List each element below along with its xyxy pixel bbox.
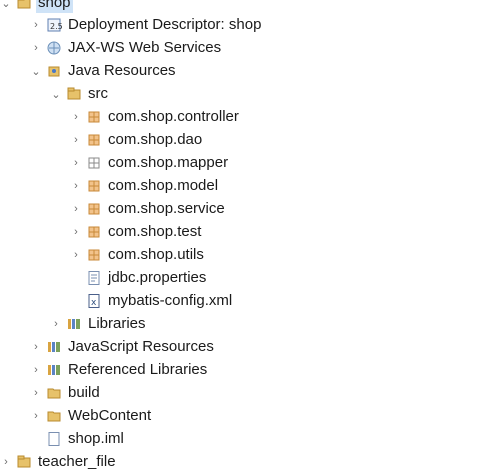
- tree-label-jax-ws: JAX-WS Web Services: [68, 39, 222, 56]
- tree-label-libraries: Libraries: [88, 315, 146, 332]
- tree-label-jdbc-properties: jdbc.properties: [108, 269, 207, 286]
- project-row-teacher-file[interactable]: › teacher_file: [0, 451, 118, 473]
- svg-text:x: x: [91, 298, 97, 308]
- libraries-icon: [66, 316, 82, 332]
- tree-item-build[interactable]: › build: [30, 382, 102, 404]
- libraries-icon: [46, 362, 62, 378]
- tree-label-src: src: [88, 85, 108, 102]
- folder-icon: [46, 385, 62, 401]
- package-icon: [86, 224, 102, 240]
- tree-item-package-service[interactable]: › com.shop.service: [70, 198, 227, 220]
- chevron-down-icon[interactable]: ⌄: [50, 83, 62, 105]
- package-icon: [86, 201, 102, 217]
- properties-file-icon: [86, 270, 102, 286]
- tree-item-deployment-descriptor[interactable]: › 2.5 Deployment Descriptor: shop: [30, 14, 263, 36]
- chevron-right-icon[interactable]: ›: [70, 129, 82, 151]
- chevron-right-icon[interactable]: ›: [30, 405, 42, 427]
- package-icon: [86, 178, 102, 194]
- tree-item-referenced-libraries[interactable]: › Referenced Libraries: [30, 359, 209, 381]
- tree-label-package-service: com.shop.service: [108, 200, 225, 217]
- tree-item-package-test[interactable]: › com.shop.test: [70, 221, 203, 243]
- chevron-right-icon[interactable]: ›: [70, 175, 82, 197]
- tree-label-package-mapper: com.shop.mapper: [108, 154, 229, 171]
- tree-item-package-mapper[interactable]: › com.shop.mapper: [70, 152, 230, 174]
- chevron-right-icon[interactable]: ›: [70, 244, 82, 266]
- tree-label-package-dao: com.shop.dao: [108, 131, 203, 148]
- chevron-right-icon[interactable]: ›: [30, 382, 42, 404]
- chevron-down-icon[interactable]: ⌄: [30, 60, 42, 82]
- tree-item-shop-iml[interactable]: shop.iml: [42, 428, 126, 450]
- tree-item-package-dao[interactable]: › com.shop.dao: [70, 129, 204, 151]
- chevron-right-icon[interactable]: ›: [30, 336, 42, 358]
- project-icon: [16, 454, 32, 470]
- tree-item-libraries[interactable]: › Libraries: [50, 313, 148, 335]
- chevron-right-icon[interactable]: ›: [30, 359, 42, 381]
- tree-item-src[interactable]: ⌄ src: [50, 83, 110, 105]
- chevron-right-icon[interactable]: ›: [70, 221, 82, 243]
- chevron-right-icon[interactable]: ›: [30, 14, 42, 36]
- tree-label-package-utils: com.shop.utils: [108, 246, 204, 263]
- tree-item-package-utils[interactable]: › com.shop.utils: [70, 244, 206, 266]
- tree-label-deployment-descriptor: Deployment Descriptor: shop: [68, 16, 262, 33]
- package-icon-empty: [86, 155, 102, 171]
- tree-item-webcontent[interactable]: › WebContent: [30, 405, 153, 427]
- tree-item-mybatis-config[interactable]: x mybatis-config.xml: [82, 290, 234, 312]
- file-icon: [46, 431, 62, 447]
- chevron-right-icon[interactable]: ›: [0, 451, 12, 473]
- chevron-right-icon[interactable]: ›: [70, 152, 82, 174]
- tree-item-java-resources[interactable]: ⌄ Java Resources: [30, 60, 178, 82]
- project-label-shop: shop: [36, 0, 73, 13]
- java-resources-icon: [46, 63, 62, 79]
- tree-item-package-controller[interactable]: › com.shop.controller: [70, 106, 241, 128]
- tree-label-mybatis-config: mybatis-config.xml: [108, 292, 233, 309]
- chevron-right-icon[interactable]: ›: [70, 106, 82, 128]
- package-icon: [86, 132, 102, 148]
- project-icon: [16, 0, 32, 11]
- chevron-right-icon[interactable]: ›: [70, 198, 82, 220]
- tree-label-javascript-resources: JavaScript Resources: [68, 338, 214, 355]
- chevron-right-icon[interactable]: ›: [30, 37, 42, 59]
- tree-label-webcontent: WebContent: [68, 407, 152, 424]
- chevron-down-icon[interactable]: ⌄: [0, 0, 12, 14]
- libraries-icon: [46, 339, 62, 355]
- project-label-teacher-file: teacher_file: [38, 453, 116, 470]
- project-explorer-tree: ⌄ shop › 2.5 Deployment Descriptor: shop…: [0, 0, 494, 470]
- tree-item-package-model[interactable]: › com.shop.model: [70, 175, 220, 197]
- tree-label-referenced-libraries: Referenced Libraries: [68, 361, 208, 378]
- tree-label-package-model: com.shop.model: [108, 177, 219, 194]
- svg-text:2.5: 2.5: [50, 22, 62, 31]
- source-folder-icon: [66, 86, 82, 102]
- chevron-right-icon[interactable]: ›: [50, 313, 62, 335]
- tree-label-package-test: com.shop.test: [108, 223, 202, 240]
- tree-item-jax-ws[interactable]: › JAX-WS Web Services: [30, 37, 223, 59]
- tree-item-javascript-resources[interactable]: › JavaScript Resources: [30, 336, 216, 358]
- project-row-shop[interactable]: ⌄ shop: [0, 0, 73, 14]
- tree-item-jdbc-properties[interactable]: jdbc.properties: [82, 267, 208, 289]
- tree-label-package-controller: com.shop.controller: [108, 108, 239, 125]
- tree-label-java-resources: Java Resources: [68, 62, 176, 79]
- folder-icon: [46, 408, 62, 424]
- jax-ws-icon: [46, 40, 62, 56]
- tree-label-build: build: [68, 384, 100, 401]
- package-icon: [86, 109, 102, 125]
- tree-label-shop-iml: shop.iml: [68, 430, 124, 447]
- package-icon: [86, 247, 102, 263]
- xml-file-icon: x: [86, 293, 102, 309]
- deployment-descriptor-icon: 2.5: [46, 17, 62, 33]
